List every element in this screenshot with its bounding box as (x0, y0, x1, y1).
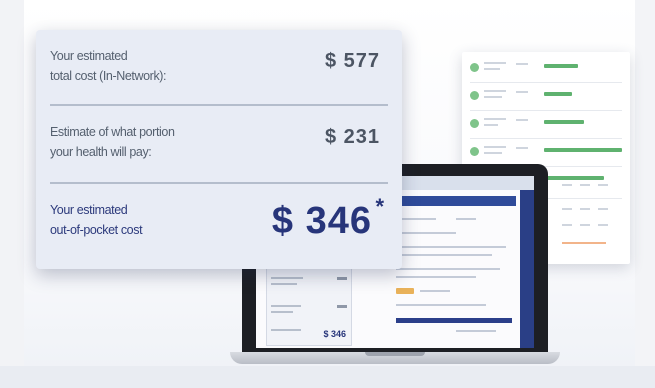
report-row (470, 88, 622, 106)
left-edge (0, 0, 24, 388)
check-icon (470, 147, 479, 156)
report-row (470, 144, 622, 162)
laptop-notch (365, 352, 425, 356)
check-icon (470, 63, 479, 72)
hero-illustration: $ 346 Your estimated total cost (In-Netw… (0, 0, 655, 388)
report-row (470, 60, 622, 78)
screen-content-panel (396, 212, 522, 336)
cost-estimate-card: Your estimated total cost (In-Network): … (36, 30, 402, 269)
check-icon (470, 91, 479, 100)
check-icon (470, 119, 479, 128)
screen-oop-total: $ 346 (323, 329, 346, 339)
divider (50, 104, 388, 106)
plan-pays-value: $ 231 (324, 126, 380, 148)
divider (50, 182, 388, 184)
right-edge (635, 0, 655, 388)
oop-cost-value: $ 346 (271, 200, 372, 242)
report-row (470, 116, 622, 134)
footnote-marker: * (375, 194, 384, 219)
total-cost-value: $ 577 (324, 50, 380, 72)
